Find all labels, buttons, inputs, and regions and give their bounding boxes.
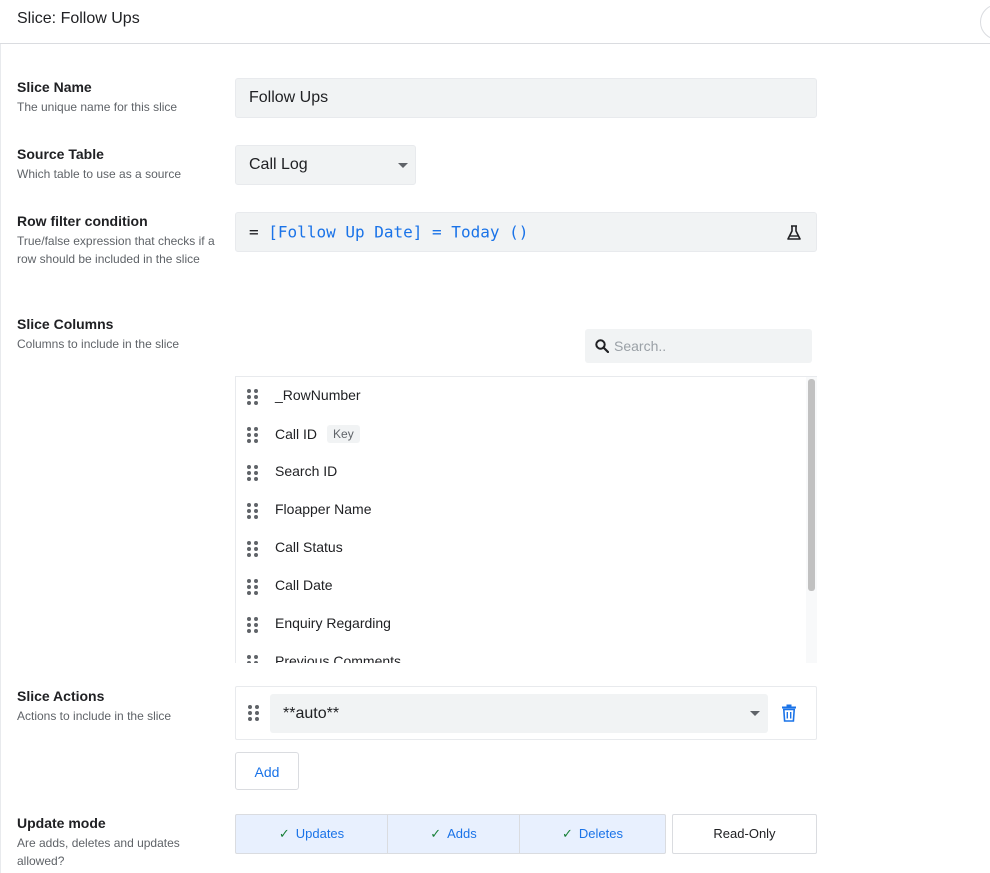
page-title: Slice: Follow Ups (17, 10, 140, 27)
search-icon (595, 339, 610, 354)
slice-name-label: Slice Name (17, 79, 92, 95)
column-name: Search ID (275, 463, 338, 479)
drag-handle-icon[interactable] (247, 579, 259, 595)
row-filter-expression-input[interactable]: = [Follow Up Date] = Today () (235, 212, 817, 252)
header-action-button[interactable] (980, 4, 990, 40)
search-placeholder: Search.. (614, 338, 667, 354)
add-action-button[interactable]: Add (235, 752, 299, 790)
check-icon: ✓ (278, 826, 290, 841)
column-item[interactable]: Enquiry Regarding (236, 605, 806, 643)
column-item[interactable]: Call Status (236, 529, 806, 567)
column-name-with-badge: Call ID Key (275, 425, 360, 443)
slice-actions-description: Actions to include in the slice (17, 709, 172, 723)
check-icon: ✓ (562, 826, 573, 841)
slice-columns-list: _RowNumber Call ID Key Search ID Floapper… (235, 376, 817, 663)
update-mode-option-label: Updates (295, 826, 345, 841)
column-name: Floapper Name (275, 501, 372, 517)
drag-handle-icon[interactable] (248, 705, 260, 721)
column-name: Enquiry Regarding (275, 615, 391, 631)
drag-handle-icon[interactable] (247, 427, 259, 443)
source-table-value: Call Log (249, 156, 308, 173)
slice-actions-label: Slice Actions (17, 688, 105, 704)
slice-name-input[interactable]: Follow Ups (235, 78, 817, 118)
column-name: Call ID (275, 426, 318, 442)
flask-icon[interactable] (785, 224, 803, 242)
row-filter-label-group: Row filter condition True/false expressi… (17, 212, 222, 268)
drag-handle-icon[interactable] (247, 465, 259, 481)
drag-handle-icon[interactable] (247, 389, 259, 405)
slice-actions-label-group: Slice Actions Actions to include in the … (17, 687, 217, 725)
source-table-select[interactable]: Call Log (235, 145, 416, 185)
slice-name-label-group: Slice Name The unique name for this slic… (17, 78, 217, 116)
column-name: Call Status (275, 539, 343, 555)
slice-action-value: **auto** (283, 704, 340, 722)
column-item[interactable]: _RowNumber (236, 377, 806, 415)
slice-action-select[interactable]: **auto** (270, 694, 768, 733)
row-filter-label: Row filter condition (17, 213, 148, 229)
update-mode-deletes-button[interactable]: ✓ Deletes (519, 814, 666, 854)
update-mode-option-label: Adds (447, 826, 477, 841)
row-filter-expression: = [Follow Up Date] = Today () (249, 223, 528, 242)
update-mode-read-only-button[interactable]: Read-Only (672, 814, 817, 854)
column-item[interactable]: Call ID Key (236, 415, 806, 453)
slice-columns-label: Slice Columns (17, 316, 114, 332)
update-mode-updates-button[interactable]: ✓ Updates (235, 814, 388, 854)
update-mode-option-label: Deletes (578, 826, 623, 841)
column-list-scrollbar-thumb[interactable] (808, 379, 815, 591)
update-mode-option-label: Read-Only (713, 826, 776, 841)
header-bar: Slice: Follow Ups (0, 0, 990, 44)
column-item[interactable]: Call Date (236, 567, 806, 605)
trash-icon[interactable] (781, 704, 797, 722)
source-table-label-group: Source Table Which table to use as a sou… (17, 145, 217, 183)
key-badge: Key (327, 425, 360, 443)
slice-name-value: Follow Ups (249, 89, 329, 106)
column-item[interactable]: Floapper Name (236, 491, 806, 529)
column-name: Call Date (275, 577, 333, 593)
update-mode-description: Are adds, deletes and updates allowed? (17, 836, 180, 868)
row-filter-description: True/false expression that checks if a r… (17, 234, 215, 266)
column-search-input[interactable]: Search.. (585, 329, 812, 363)
slice-columns-label-group: Slice Columns Columns to include in the … (17, 315, 217, 353)
column-item[interactable]: Search ID (236, 453, 806, 491)
check-icon: ✓ (430, 826, 442, 841)
expression-prefix: = (249, 222, 259, 242)
drag-handle-icon[interactable] (247, 655, 259, 663)
column-name: _RowNumber (275, 387, 361, 403)
drag-handle-icon[interactable] (247, 541, 259, 557)
source-table-description: Which table to use as a source (17, 167, 182, 181)
slice-action-row: **auto** (235, 686, 817, 740)
chevron-down-icon (750, 711, 760, 716)
column-name: Previous Comments (275, 653, 402, 663)
drag-handle-icon[interactable] (247, 503, 259, 519)
update-mode-label: Update mode (17, 815, 106, 831)
left-border (0, 0, 1, 873)
drag-handle-icon[interactable] (247, 617, 259, 633)
source-table-label: Source Table (17, 146, 104, 162)
update-mode-adds-button[interactable]: ✓ Adds (387, 814, 520, 854)
slice-name-description: The unique name for this slice (17, 100, 178, 114)
column-item[interactable]: Previous Comments (236, 643, 806, 663)
update-mode-label-group: Update mode Are adds, deletes and update… (17, 814, 217, 870)
expression-code: [Follow Up Date] = Today () (268, 222, 529, 242)
chevron-down-icon (398, 163, 408, 168)
slice-columns-description: Columns to include in the slice (17, 337, 180, 351)
